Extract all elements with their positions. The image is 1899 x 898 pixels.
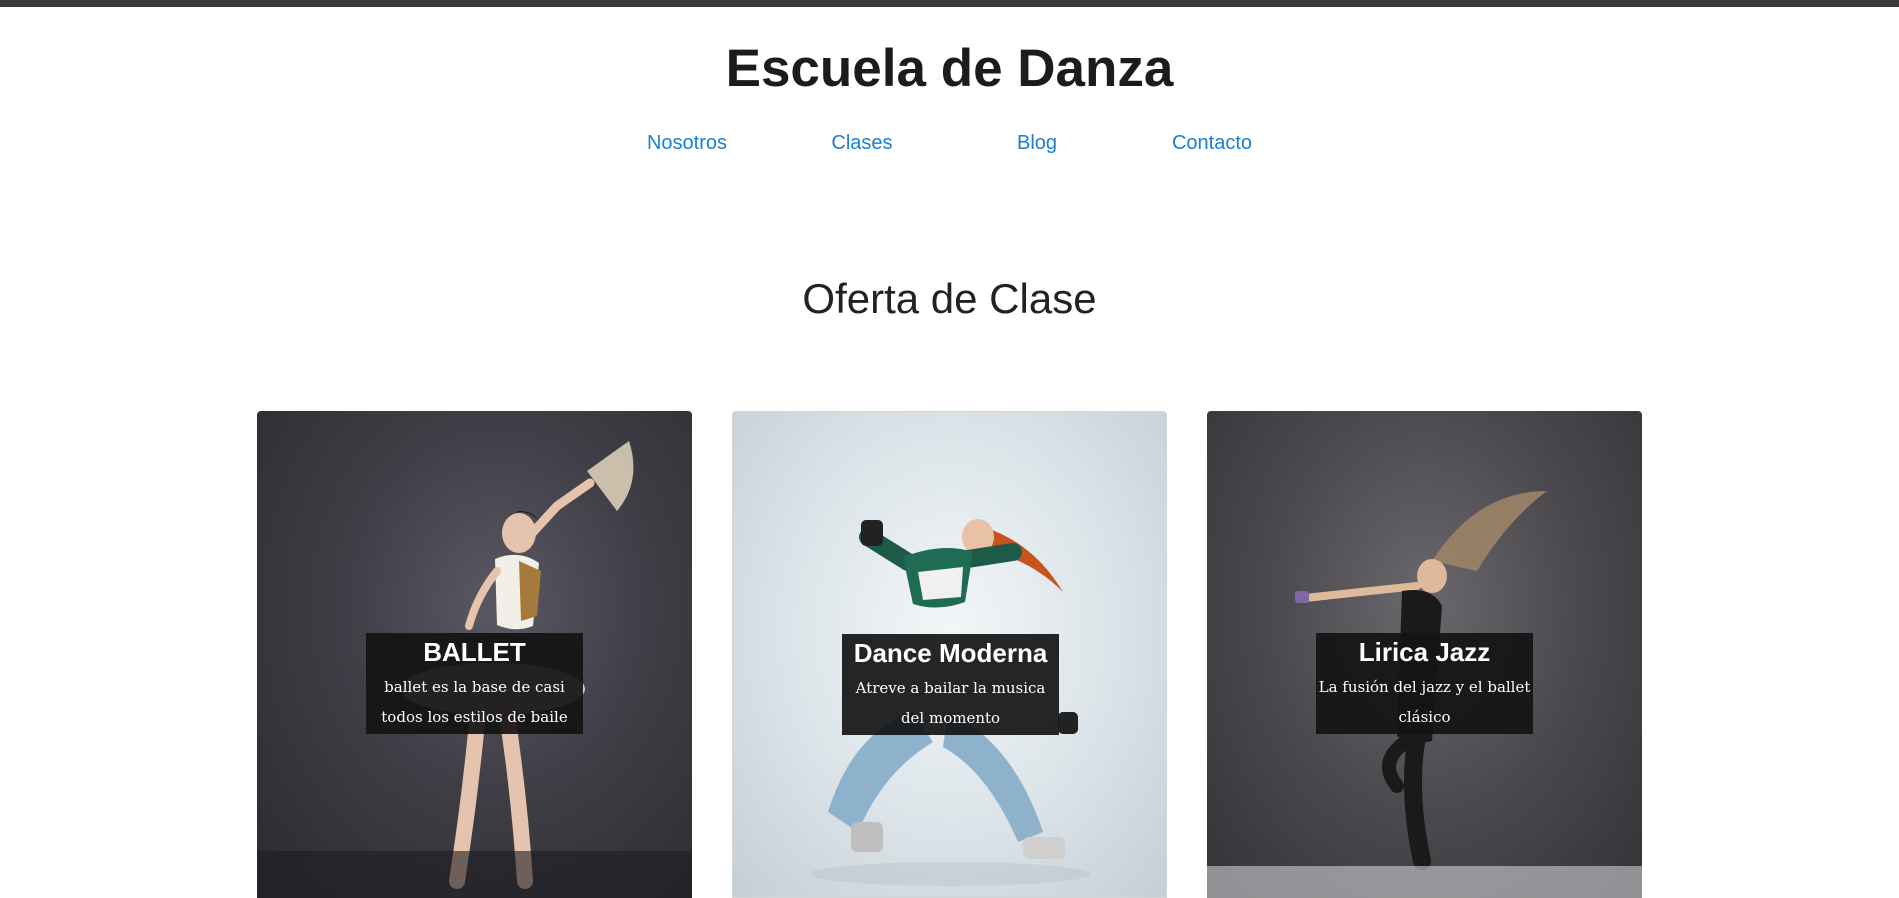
main-nav: Nosotros Clases Blog Contacto [0, 131, 1899, 155]
section-title: Oferta de Clase [802, 275, 1097, 322]
class-cards: BALLET ballet es la base de casi todos l… [257, 411, 1642, 898]
card-description: ballet es la base de casi todos los esti… [381, 678, 568, 726]
card-caption: Lirica Jazz La fusión del jazz y el ball… [1316, 633, 1533, 734]
card-caption: BALLET ballet es la base de casi todos l… [366, 633, 583, 734]
nav-link-nosotros[interactable]: Nosotros [600, 131, 775, 155]
card-description: La fusión del jazz y el ballet clásico [1318, 678, 1531, 726]
top-bar [0, 0, 1899, 7]
card-ballet[interactable]: BALLET ballet es la base de casi todos l… [257, 411, 692, 898]
card-title: Lirica Jazz [1358, 637, 1491, 667]
site-title: Escuela de Danza [725, 39, 1174, 98]
card-lirica-jazz[interactable]: Lirica Jazz La fusión del jazz y el ball… [1207, 411, 1642, 898]
card-title: BALLET [423, 637, 526, 667]
card-description: Atreve a bailar la musica del momento [855, 679, 1046, 727]
site-header: Escuela de Danza Nosotros Clases Blog Co… [0, 7, 1899, 155]
card-dance-moderna[interactable]: Dance Moderna Atreve a bailar la musica … [732, 411, 1167, 898]
card-title: Dance Moderna [853, 638, 1048, 668]
card-caption: Dance Moderna Atreve a bailar la musica … [842, 634, 1059, 735]
nav-link-clases[interactable]: Clases [775, 131, 950, 155]
nav-link-blog[interactable]: Blog [950, 131, 1125, 155]
nav-link-contacto[interactable]: Contacto [1125, 131, 1300, 155]
